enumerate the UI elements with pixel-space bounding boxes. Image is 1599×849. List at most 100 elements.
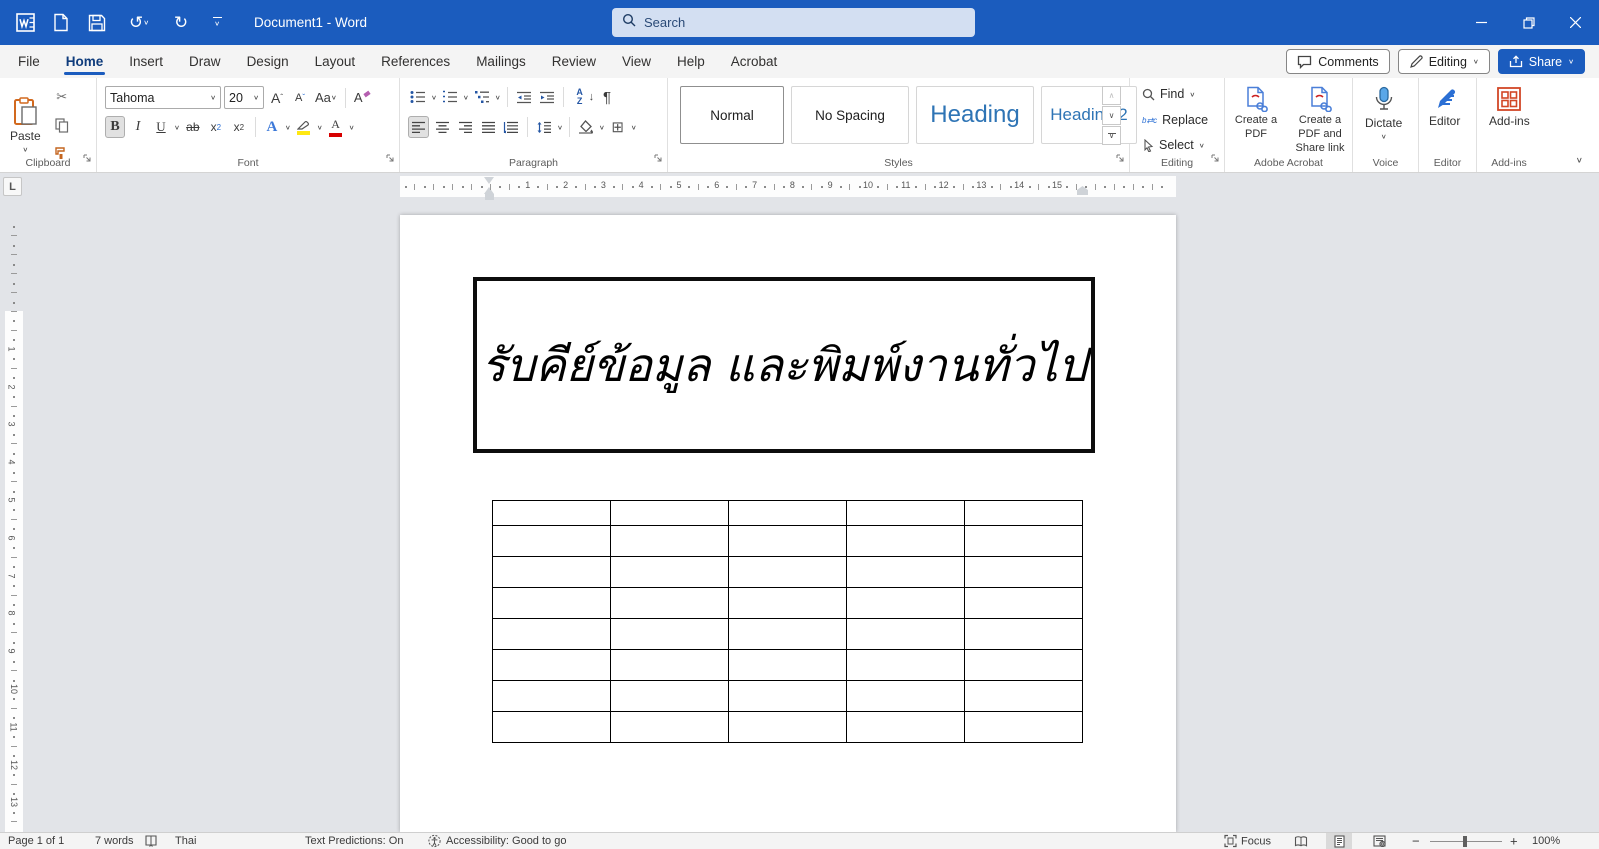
search-box[interactable] <box>612 8 975 37</box>
text-predictions-indicator[interactable]: Text Predictions: On <box>305 835 403 847</box>
proofing-icon[interactable] <box>145 835 157 848</box>
table-cell[interactable] <box>847 501 965 526</box>
table-cell[interactable] <box>611 681 729 712</box>
shading-button[interactable] <box>576 116 596 138</box>
document-canvas[interactable]: L 123456789101112131415 1234567891011121… <box>0 173 1599 832</box>
styles-more-button[interactable]: ∨ <box>1102 126 1121 145</box>
multilevel-list-button[interactable] <box>472 86 492 108</box>
clear-formatting-button[interactable]: A <box>352 87 372 109</box>
distributed-button[interactable] <box>501 116 521 138</box>
highlight-color-button[interactable] <box>294 116 314 138</box>
table-cell[interactable] <box>847 557 965 588</box>
replace-button[interactable]: b⇄c Replace <box>1142 113 1208 127</box>
word-app-icon[interactable] <box>14 12 36 34</box>
font-dialog-launcher[interactable] <box>385 150 395 168</box>
print-layout-button[interactable] <box>1326 833 1352 849</box>
grow-font-button[interactable]: Aˆ <box>267 87 287 109</box>
tab-layout[interactable]: Layout <box>302 46 369 78</box>
underline-button[interactable]: U <box>151 116 171 138</box>
page-indicator[interactable]: Page 1 of 1 <box>8 835 64 847</box>
restore-button[interactable] <box>1505 0 1552 45</box>
shrink-font-button[interactable]: Aˇ <box>290 87 310 109</box>
paragraph-dialog-launcher[interactable] <box>653 150 663 168</box>
italic-button[interactable]: I <box>128 116 148 138</box>
table-cell[interactable] <box>847 650 965 681</box>
table-cell[interactable] <box>611 650 729 681</box>
horizontal-ruler[interactable]: 123456789101112131415 <box>0 176 1599 197</box>
style-heading-2[interactable]: Heading 2 <box>1041 86 1137 144</box>
table-cell[interactable] <box>493 501 611 526</box>
table-cell[interactable] <box>965 526 1083 557</box>
table-cell[interactable] <box>493 681 611 712</box>
hanging-indent-marker[interactable] <box>484 187 494 194</box>
styles-scroll-down-button[interactable]: ∨ <box>1102 106 1121 125</box>
tab-review[interactable]: Review <box>539 46 609 78</box>
find-button[interactable]: Find ∨ <box>1142 87 1195 101</box>
table-cell[interactable] <box>965 619 1083 650</box>
tab-acrobat[interactable]: Acrobat <box>718 46 791 78</box>
collapse-ribbon-button[interactable]: ∨ <box>1576 156 1583 165</box>
dictate-button[interactable]: Dictate ∨ <box>1365 86 1402 141</box>
search-input[interactable] <box>644 15 965 30</box>
tab-references[interactable]: References <box>368 46 463 78</box>
font-color-button[interactable]: A <box>326 116 346 138</box>
tab-view[interactable]: View <box>609 46 664 78</box>
accessibility-status[interactable]: Accessibility: Good to go <box>446 835 566 847</box>
editing-mode-button[interactable]: Editing ∨ <box>1398 49 1490 74</box>
table-cell[interactable] <box>611 501 729 526</box>
justify-button[interactable] <box>478 116 498 138</box>
minimize-button[interactable] <box>1458 0 1505 45</box>
line-spacing-button[interactable] <box>534 116 554 138</box>
vertical-ruler[interactable]: 12345678910111213 <box>5 200 23 832</box>
table-cell[interactable] <box>493 650 611 681</box>
change-case-button[interactable]: Aa∨ <box>313 87 339 109</box>
subscript-button[interactable]: x2 <box>206 116 226 138</box>
table-cell[interactable] <box>729 712 847 743</box>
style-normal[interactable]: Normal <box>680 86 784 144</box>
strikethrough-button[interactable]: ab <box>183 116 203 138</box>
table-cell[interactable] <box>611 526 729 557</box>
comments-button[interactable]: Comments <box>1286 49 1389 74</box>
save-icon[interactable] <box>86 12 108 34</box>
word-count[interactable]: 7 words <box>95 835 134 847</box>
table-cell[interactable] <box>847 712 965 743</box>
undo-button[interactable]: ↺∨ <box>122 12 156 34</box>
table-cell[interactable] <box>965 681 1083 712</box>
table-cell[interactable] <box>847 681 965 712</box>
font-name-combobox[interactable]: Tahoma ∨ <box>105 86 221 109</box>
paste-button[interactable]: Paste ∨ <box>10 97 41 154</box>
increase-indent-button[interactable] <box>537 86 557 108</box>
styles-dialog-launcher[interactable] <box>1115 150 1125 168</box>
heading-border-box[interactable]: รับคีย์ข้อมูล และพิมพ์งานทั่วไป <box>473 277 1095 453</box>
table-cell[interactable] <box>729 557 847 588</box>
table-cell[interactable] <box>493 712 611 743</box>
editor-button[interactable]: Editor <box>1429 86 1460 128</box>
table-cell[interactable] <box>729 501 847 526</box>
web-layout-button[interactable] <box>1366 833 1392 849</box>
customize-quick-access-icon[interactable]: ∨ <box>206 12 228 34</box>
table-cell[interactable] <box>611 557 729 588</box>
table-cell[interactable] <box>729 526 847 557</box>
table-cell[interactable] <box>729 588 847 619</box>
zoom-level[interactable]: 100% <box>1532 835 1560 847</box>
table-cell[interactable] <box>847 619 965 650</box>
cut-button[interactable]: ✂ <box>52 86 72 108</box>
first-line-indent-marker[interactable] <box>484 177 494 184</box>
focus-button[interactable]: Focus <box>1224 835 1271 848</box>
create-pdf-button[interactable]: Create a PDF <box>1231 86 1281 142</box>
table-cell[interactable] <box>611 619 729 650</box>
share-button[interactable]: Share ∨ <box>1498 49 1585 74</box>
table-cell[interactable] <box>965 588 1083 619</box>
font-size-combobox[interactable]: 20 ∨ <box>224 86 264 109</box>
table-cell[interactable] <box>847 526 965 557</box>
tab-mailings[interactable]: Mailings <box>463 46 539 78</box>
style-heading[interactable]: Heading <box>916 86 1034 144</box>
align-left-button[interactable] <box>408 116 429 138</box>
document-page[interactable]: รับคีย์ข้อมูล และพิมพ์งานทั่วไป <box>400 215 1176 832</box>
zoom-in-button[interactable]: + <box>1510 834 1518 849</box>
addins-button[interactable]: Add-ins <box>1489 86 1530 128</box>
zoom-out-button[interactable]: − <box>1412 834 1420 849</box>
table-cell[interactable] <box>965 712 1083 743</box>
select-button[interactable]: Select ∨ <box>1142 138 1205 152</box>
show-formatting-marks-button[interactable]: ¶ <box>597 86 617 108</box>
